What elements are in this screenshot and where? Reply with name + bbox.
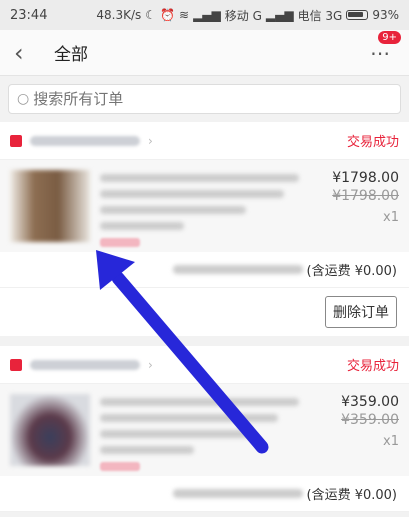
order-card[interactable]: › 交易成功 ¥359.00 ¥359.00 x1 (含运费 ¥0.00) — [0, 346, 409, 512]
battery-icon — [346, 10, 369, 20]
search-input[interactable] — [33, 90, 392, 108]
freight-text: (含运费 ¥0.00) — [306, 488, 398, 503]
order-item[interactable]: ¥1798.00 ¥1798.00 x1 — [0, 160, 409, 252]
price-block: ¥359.00 ¥359.00 x1 — [319, 394, 399, 466]
order-summary: (含运费 ¥0.00) — [0, 252, 409, 288]
original-price: ¥1798.00 — [332, 188, 399, 204]
original-price: ¥359.00 — [341, 412, 399, 428]
item-price: ¥1798.00 — [332, 170, 399, 186]
search-bar[interactable]: ○ — [8, 84, 401, 114]
signal-icon-2: ▂▄▆ — [265, 8, 294, 22]
product-image — [10, 394, 90, 466]
delete-order-button[interactable]: 删除订单 — [325, 296, 397, 328]
status-bar: 23:44 48.3K/s ☾ ⏰ ≋ ▂▄▆ 移动 G ▂▄▆ 电信 3G 9… — [0, 0, 409, 30]
notification-badge: 9+ — [378, 30, 401, 44]
clock-time: 23:44 — [10, 7, 48, 23]
store-icon — [10, 358, 22, 371]
order-card[interactable]: › 交易成功 ¥1798.00 ¥1798.00 x1 (含运费 ¥0.00) … — [0, 122, 409, 336]
shop-header[interactable]: › 交易成功 — [0, 346, 409, 384]
product-info-blurred — [90, 170, 319, 247]
chevron-right-icon: › — [148, 133, 153, 148]
item-quantity: x1 — [383, 434, 399, 449]
carrier-2: 电信 3G — [297, 8, 343, 23]
order-summary: (含运费 ¥0.00) — [0, 476, 409, 512]
order-actions: 删除订单 — [0, 288, 409, 336]
product-info-blurred — [90, 394, 319, 471]
order-item[interactable]: ¥359.00 ¥359.00 x1 — [0, 384, 409, 476]
network-speed: 48.3K/s — [96, 8, 142, 22]
price-block: ¥1798.00 ¥1798.00 x1 — [319, 170, 399, 242]
more-menu-button[interactable]: ⋯ 9+ — [365, 30, 401, 65]
chevron-right-icon: › — [148, 357, 153, 372]
order-status: 交易成功 — [346, 135, 399, 150]
shop-name-blurred — [30, 135, 140, 146]
carrier-1: 移动 G — [224, 8, 262, 23]
shop-name-blurred — [30, 359, 140, 370]
wifi-icon: ≋ — [179, 8, 190, 22]
battery-level: 93% — [372, 8, 399, 22]
item-price: ¥359.00 — [341, 394, 399, 410]
total-blurred — [172, 489, 303, 498]
alarm-icon: ⏰ — [160, 8, 176, 22]
page-title: 全部 — [54, 45, 88, 65]
store-icon — [10, 134, 22, 147]
top-nav: ‹ 全部 ⋯ 9+ — [0, 30, 409, 76]
total-blurred — [172, 265, 303, 274]
chevron-left-icon[interactable]: ‹ — [14, 39, 38, 67]
item-quantity: x1 — [383, 210, 399, 225]
order-status: 交易成功 — [346, 359, 399, 374]
shop-header[interactable]: › 交易成功 — [0, 122, 409, 160]
more-dots-icon: ⋯ — [370, 40, 390, 65]
status-indicators: 48.3K/s ☾ ⏰ ≋ ▂▄▆ 移动 G ▂▄▆ 电信 3G 93% — [96, 7, 399, 24]
search-icon: ○ — [17, 91, 30, 107]
product-image — [10, 170, 90, 242]
moon-icon: ☾ — [145, 8, 157, 22]
freight-text: (含运费 ¥0.00) — [306, 264, 398, 279]
signal-icon: ▂▄▆ — [193, 8, 221, 22]
